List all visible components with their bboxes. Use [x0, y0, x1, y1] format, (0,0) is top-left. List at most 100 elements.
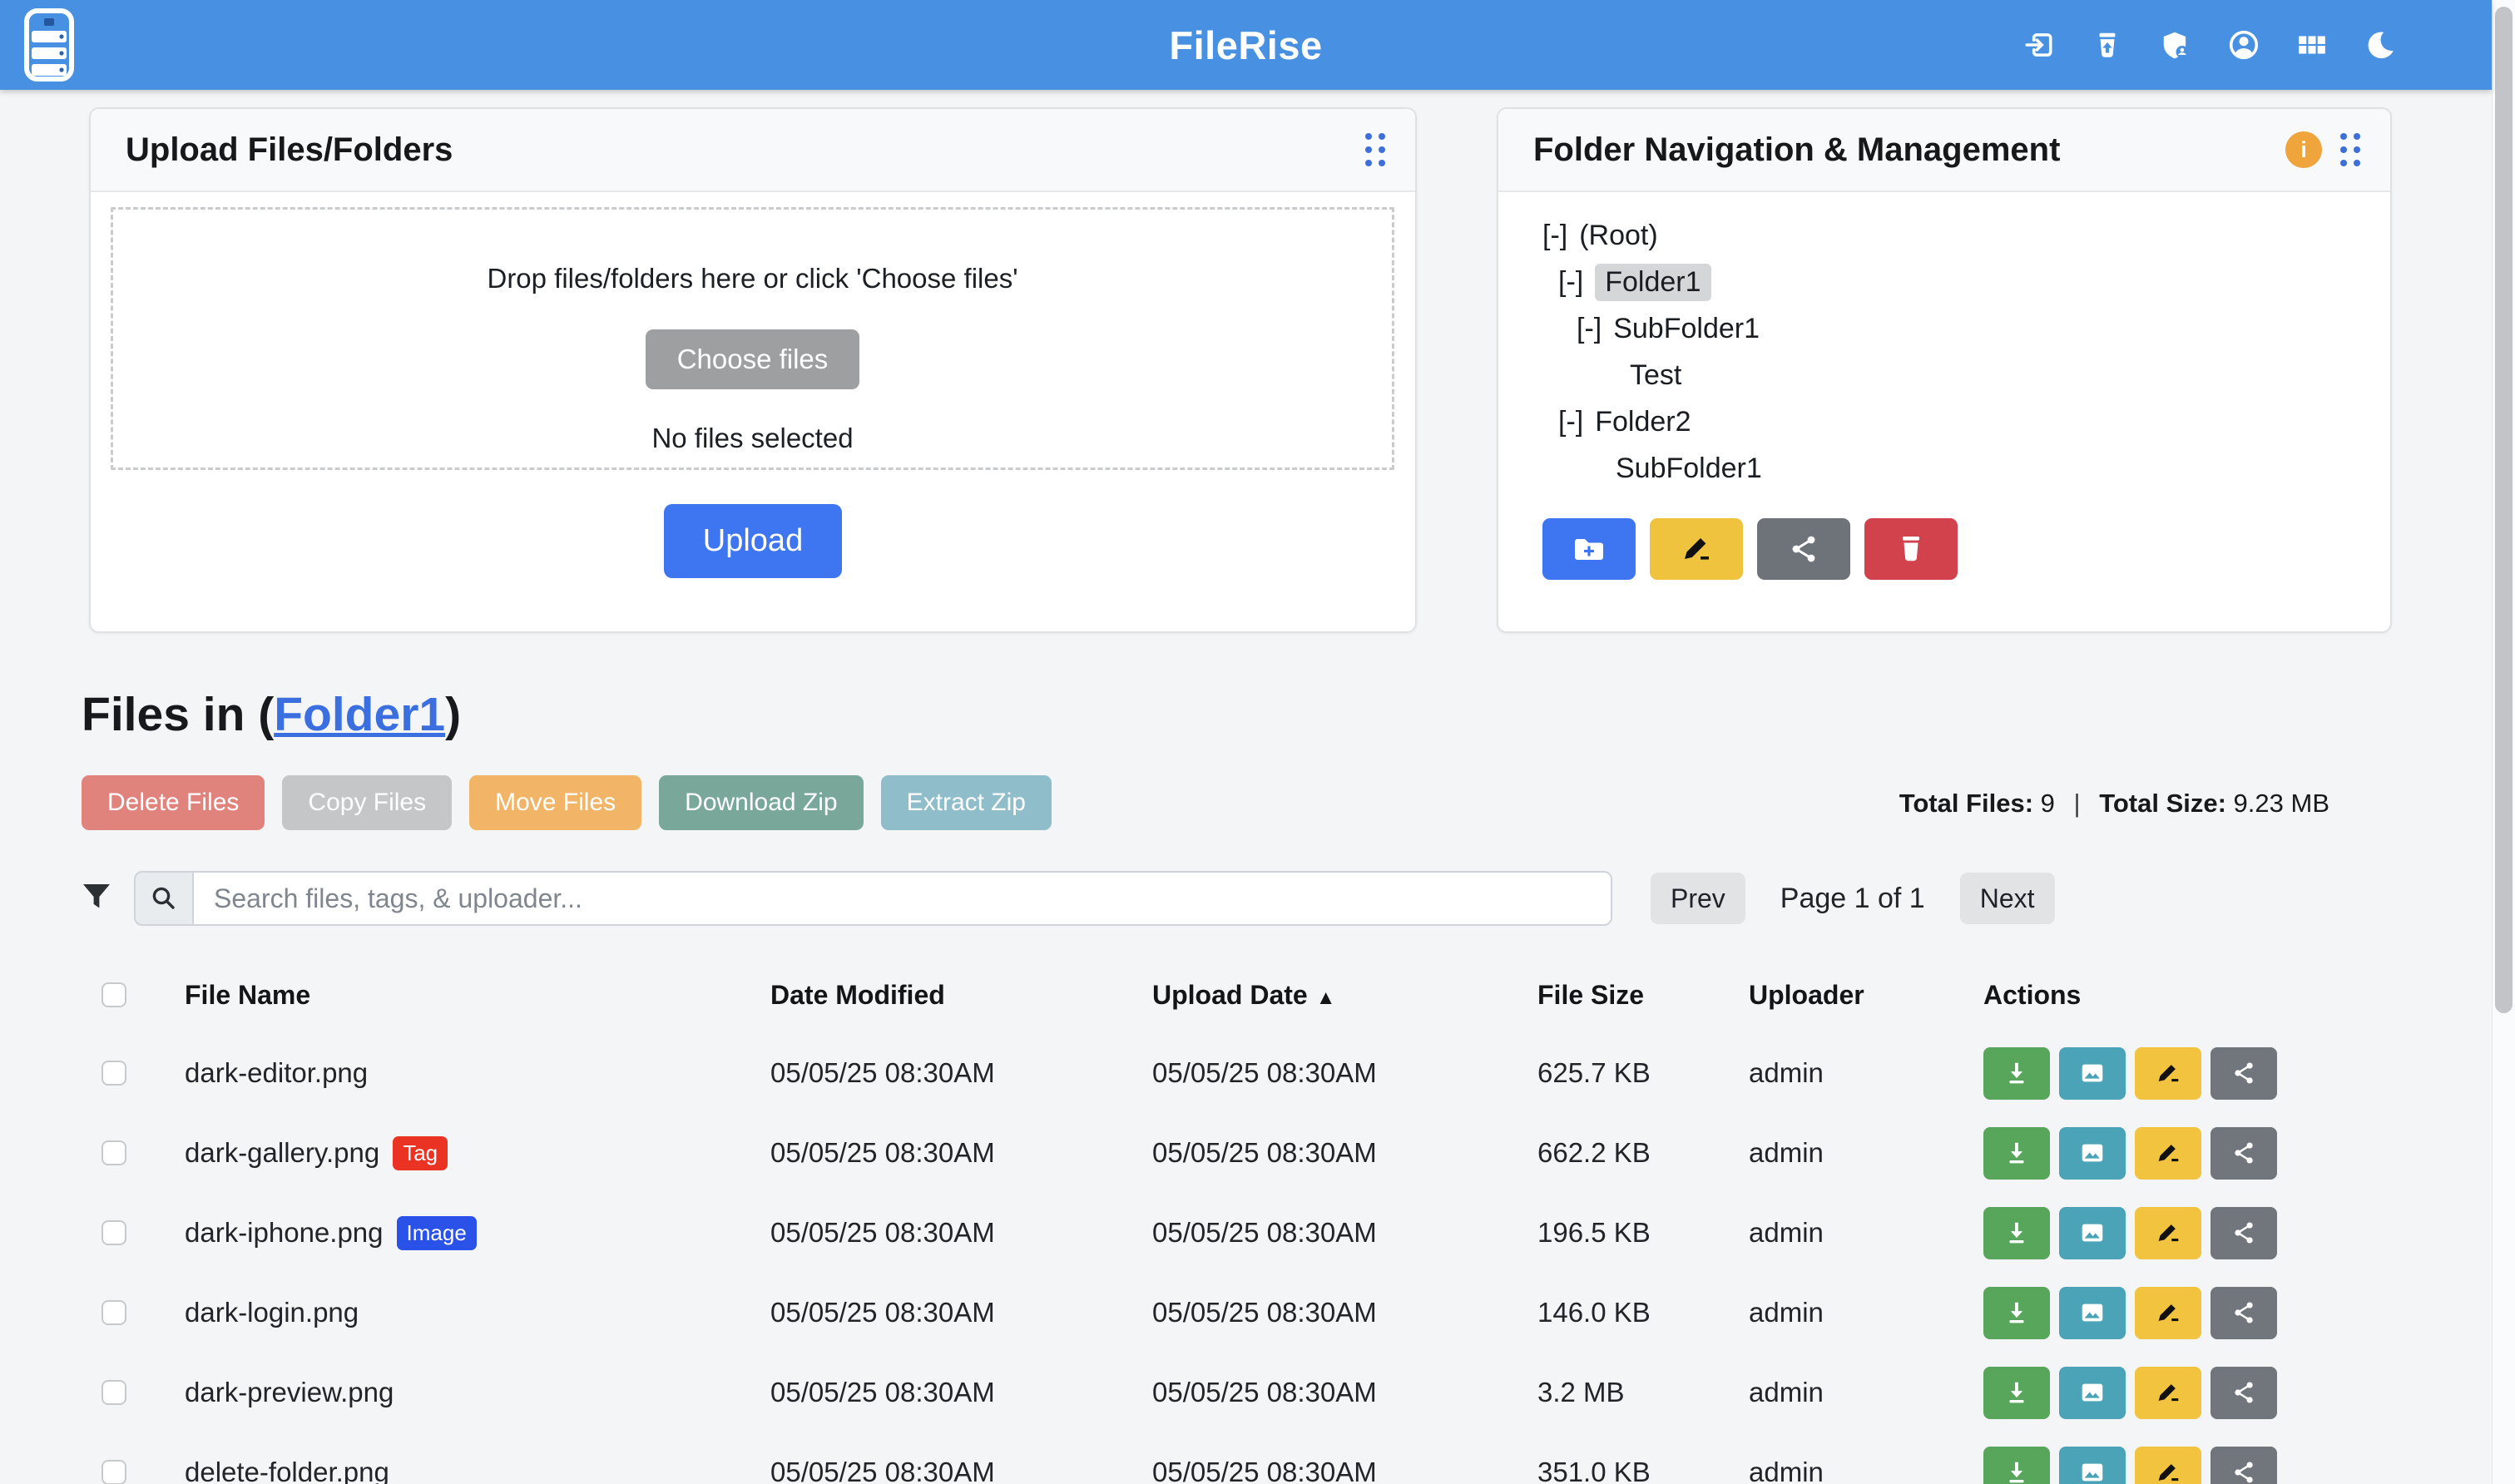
share-file-button[interactable] — [2211, 1447, 2277, 1484]
download-file-button[interactable] — [1983, 1047, 2050, 1100]
column-file-name[interactable]: File Name — [185, 980, 770, 1011]
share-file-button[interactable] — [2211, 1367, 2277, 1419]
download-file-button[interactable] — [1983, 1127, 2050, 1180]
edit-file-button[interactable] — [2135, 1367, 2201, 1419]
current-folder-link[interactable]: Folder1 — [274, 688, 445, 741]
image-icon — [2078, 1219, 2107, 1247]
file-name[interactable]: dark-preview.png — [185, 1377, 394, 1408]
edit-file-button[interactable] — [2135, 1047, 2201, 1100]
download-file-button[interactable] — [1983, 1447, 2050, 1484]
restore-trash-icon[interactable] — [2092, 29, 2123, 61]
delete-folder-button[interactable] — [1864, 518, 1958, 580]
row-checkbox[interactable] — [101, 1061, 126, 1086]
tree-label-selected[interactable]: Folder1 — [1595, 264, 1710, 301]
filter-icon[interactable] — [82, 881, 111, 916]
folder-info-icon[interactable]: i — [2285, 131, 2322, 168]
file-name[interactable]: dark-editor.png — [185, 1057, 368, 1089]
row-checkbox[interactable] — [101, 1300, 126, 1325]
tree-label[interactable]: SubFolder1 — [1613, 313, 1760, 345]
column-uploader[interactable]: Uploader — [1749, 980, 1983, 1011]
download-file-button[interactable] — [1983, 1207, 2050, 1259]
upload-date-cell: 05/05/25 08:30AM — [1152, 1217, 1537, 1249]
tree-item-subfolder1-2[interactable]: SubFolder1 — [1498, 445, 2390, 492]
tree-item-root[interactable]: [-] (Root) — [1498, 212, 2390, 259]
tree-toggle[interactable]: [-] — [1558, 406, 1583, 438]
upload-button[interactable]: Upload — [664, 504, 842, 578]
row-checkbox[interactable] — [101, 1140, 126, 1165]
preview-image-button[interactable] — [2059, 1287, 2126, 1339]
tree-label[interactable]: SubFolder1 — [1616, 453, 1762, 485]
column-upload-date[interactable]: Upload Date▲ — [1152, 980, 1537, 1011]
copy-files-button[interactable]: Copy Files — [282, 775, 452, 830]
edit-file-button[interactable] — [2135, 1127, 2201, 1180]
next-page-button[interactable]: Next — [1960, 873, 2055, 924]
folder-card-body: [-] (Root) [-] Folder1 [-] SubFolder1 Te… — [1498, 192, 2390, 631]
preview-image-button[interactable] — [2059, 1447, 2126, 1484]
folder-tree: [-] (Root) [-] Folder1 [-] SubFolder1 Te… — [1498, 192, 2390, 492]
file-size-cell: 3.2 MB — [1537, 1377, 1749, 1408]
row-checkbox[interactable] — [101, 1380, 126, 1405]
tree-label[interactable]: (Root) — [1579, 220, 1657, 252]
tree-toggle[interactable]: [-] — [1542, 220, 1567, 252]
create-folder-button[interactable] — [1542, 518, 1636, 580]
column-file-size[interactable]: File Size — [1537, 980, 1749, 1011]
tree-item-subfolder1[interactable]: [-] SubFolder1 — [1498, 305, 2390, 352]
tree-item-test[interactable]: Test — [1498, 352, 2390, 398]
download-zip-button[interactable]: Download Zip — [659, 775, 863, 830]
page-status: Page 1 of 1 — [1745, 883, 1960, 915]
preview-image-button[interactable] — [2059, 1047, 2126, 1100]
extract-zip-button[interactable]: Extract Zip — [881, 775, 1052, 830]
file-dropzone[interactable]: Drop files/folders here or click 'Choose… — [111, 207, 1394, 470]
column-date-modified[interactable]: Date Modified — [770, 980, 1152, 1011]
search-icon — [150, 884, 178, 913]
tree-label[interactable]: Test — [1630, 359, 1681, 392]
file-size-cell: 625.7 KB — [1537, 1057, 1749, 1089]
tree-item-folder2[interactable]: [-] Folder2 — [1498, 398, 2390, 445]
preview-image-button[interactable] — [2059, 1207, 2126, 1259]
edit-file-button[interactable] — [2135, 1207, 2201, 1259]
file-size-cell: 196.5 KB — [1537, 1217, 1749, 1249]
rename-folder-button[interactable] — [1650, 518, 1743, 580]
file-name[interactable]: dark-iphone.png — [185, 1217, 384, 1249]
table-row: delete-folder.png 05/05/25 08:30AM 05/05… — [82, 1432, 2438, 1484]
preview-image-button[interactable] — [2059, 1367, 2126, 1419]
move-files-button[interactable]: Move Files — [469, 775, 641, 830]
share-file-button[interactable] — [2211, 1287, 2277, 1339]
download-file-button[interactable] — [1983, 1287, 2050, 1339]
tree-toggle[interactable]: [-] — [1558, 266, 1583, 299]
drag-handle-icon[interactable] — [2340, 133, 2360, 166]
share-icon — [2230, 1139, 2258, 1167]
menu-server-logo-icon[interactable] — [23, 7, 75, 82]
admin-shield-icon[interactable] — [2160, 29, 2191, 61]
tag-badge[interactable]: Tag — [393, 1136, 448, 1170]
drag-handle-icon[interactable] — [1365, 133, 1385, 166]
share-folder-button[interactable] — [1757, 518, 1850, 580]
share-file-button[interactable] — [2211, 1047, 2277, 1100]
file-name[interactable]: dark-gallery.png — [185, 1137, 379, 1169]
share-file-button[interactable] — [2211, 1207, 2277, 1259]
user-profile-icon[interactable] — [2228, 29, 2260, 61]
preview-image-button[interactable] — [2059, 1127, 2126, 1180]
tree-label[interactable]: Folder2 — [1595, 406, 1691, 438]
share-file-button[interactable] — [2211, 1127, 2277, 1180]
delete-files-button[interactable]: Delete Files — [82, 775, 265, 830]
choose-files-button[interactable]: Choose files — [646, 329, 860, 389]
select-all-checkbox[interactable] — [101, 982, 126, 1007]
dark-mode-icon[interactable] — [2364, 29, 2396, 61]
file-name[interactable]: delete-folder.png — [185, 1457, 389, 1484]
file-name[interactable]: dark-login.png — [185, 1297, 359, 1328]
row-checkbox[interactable] — [101, 1460, 126, 1484]
row-checkbox[interactable] — [101, 1220, 126, 1245]
download-file-button[interactable] — [1983, 1367, 2050, 1419]
edit-file-button[interactable] — [2135, 1287, 2201, 1339]
tree-item-folder1[interactable]: [-] Folder1 — [1498, 259, 2390, 305]
logout-icon[interactable] — [2023, 29, 2055, 61]
search-input[interactable] — [192, 871, 1612, 926]
page-scrollbar-track[interactable] — [2492, 0, 2515, 1484]
tree-toggle[interactable]: [-] — [1577, 313, 1602, 345]
page-scrollbar-thumb[interactable] — [2495, 7, 2513, 1013]
grid-view-icon[interactable] — [2296, 29, 2328, 61]
image-badge[interactable]: Image — [397, 1216, 477, 1250]
edit-file-button[interactable] — [2135, 1447, 2201, 1484]
prev-page-button[interactable]: Prev — [1651, 873, 1745, 924]
